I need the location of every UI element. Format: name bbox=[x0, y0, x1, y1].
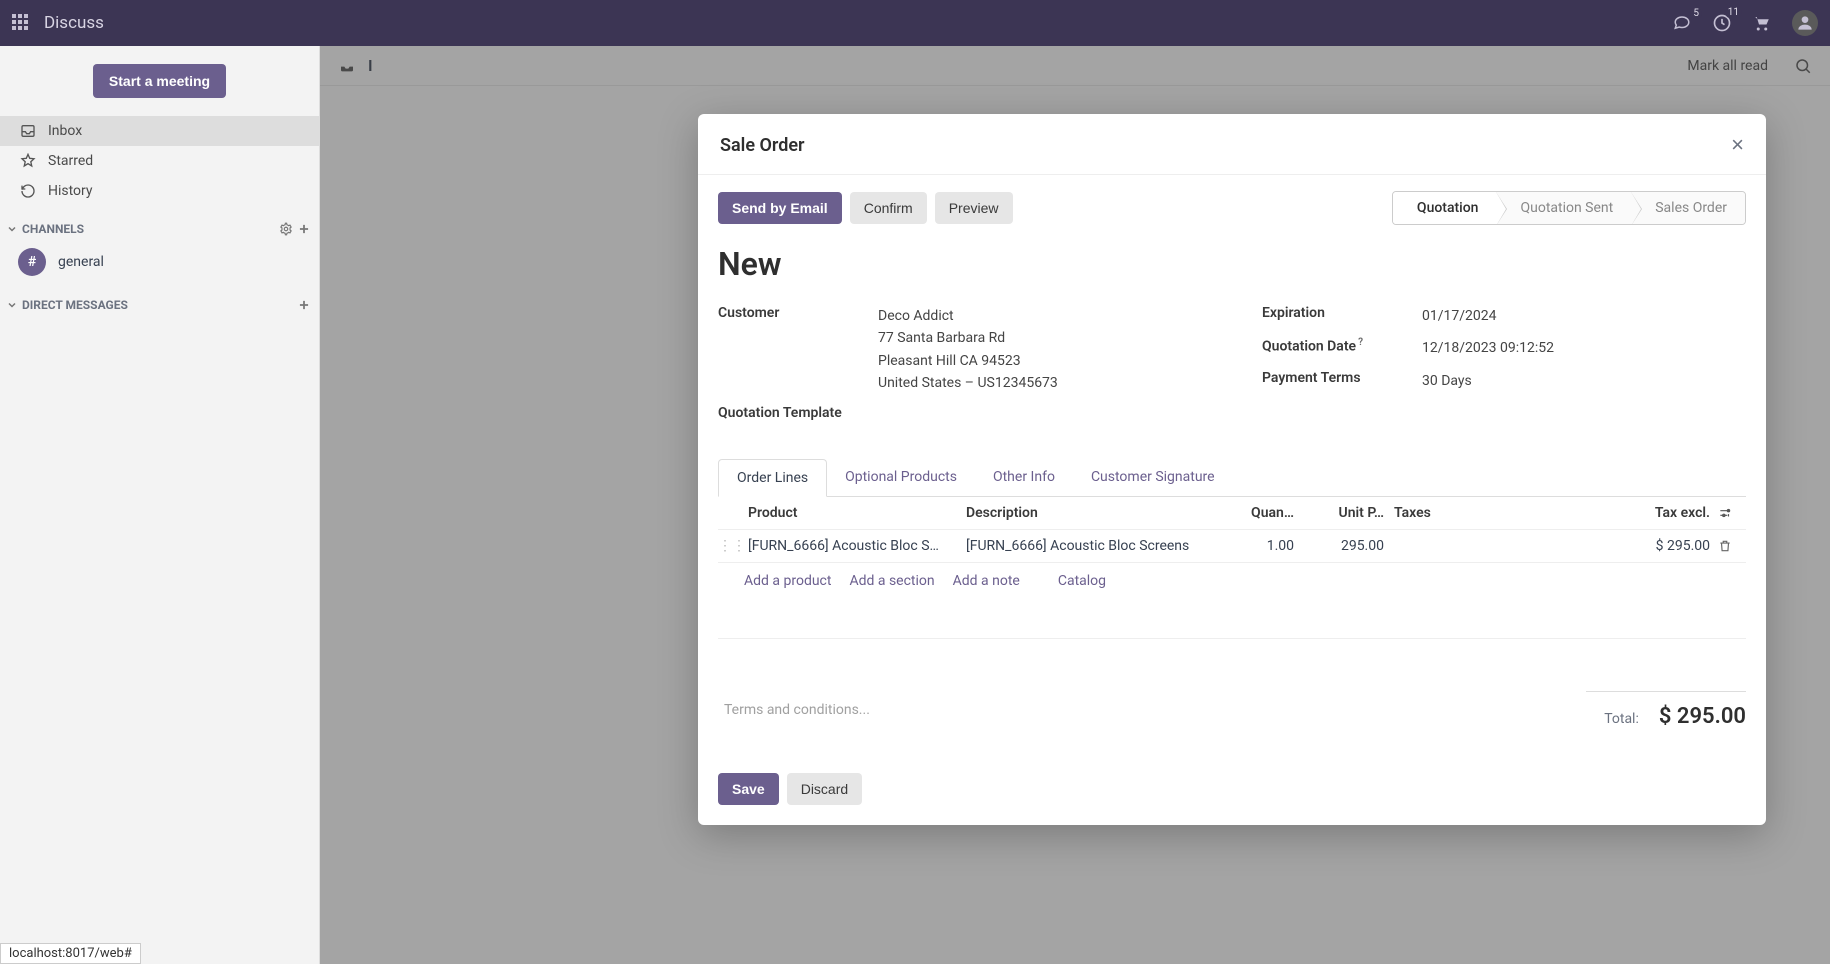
drag-handle-icon[interactable]: ⋮⋮ bbox=[718, 538, 744, 554]
modal-title: Sale Order bbox=[720, 135, 805, 156]
stage-sales-order[interactable]: Sales Order bbox=[1631, 192, 1745, 224]
action-row: Send by Email Confirm Preview Quotation … bbox=[718, 191, 1746, 225]
apps-grid-icon[interactable] bbox=[12, 14, 30, 32]
catalog-link[interactable]: Catalog bbox=[1058, 573, 1106, 589]
hash-icon: # bbox=[18, 248, 46, 276]
table-header: Product Description Quan… Unit P… Taxes … bbox=[718, 497, 1746, 530]
blank-row bbox=[718, 599, 1746, 639]
discuss-sidebar: Start a meeting Inbox Starred History CH… bbox=[0, 46, 320, 964]
channel-general-label: general bbox=[58, 254, 104, 270]
history-label: History bbox=[48, 183, 93, 199]
plus-icon[interactable] bbox=[297, 298, 311, 312]
chevron-down-icon bbox=[6, 299, 18, 311]
app-title: Discuss bbox=[44, 13, 104, 33]
col-description: Description bbox=[966, 505, 1214, 521]
modal-footer: Save Discard bbox=[698, 759, 1766, 825]
col-settings-icon[interactable] bbox=[1718, 506, 1746, 520]
col-taxes: Taxes bbox=[1394, 505, 1494, 521]
activity-clock-icon[interactable]: 11 bbox=[1712, 13, 1732, 33]
row-tax-excl: $ 295.00 bbox=[1494, 538, 1718, 554]
tab-order-lines[interactable]: Order Lines bbox=[718, 459, 827, 497]
messages-badge: 5 bbox=[1690, 8, 1702, 19]
total-amount: $ 295.00 bbox=[1659, 704, 1746, 729]
add-links-row: Add a product Add a section Add a note C… bbox=[718, 563, 1746, 599]
col-product: Product bbox=[744, 505, 966, 521]
inbox-label: Inbox bbox=[48, 123, 82, 139]
history-icon bbox=[20, 183, 36, 199]
preview-button[interactable]: Preview bbox=[935, 192, 1013, 224]
sale-order-modal: Sale Order × Send by Email Confirm Previ… bbox=[698, 114, 1766, 825]
terms-input[interactable]: Terms and conditions... bbox=[718, 702, 870, 718]
stage-quotation-sent[interactable]: Quotation Sent bbox=[1496, 192, 1631, 224]
order-lines-table: Product Description Quan… Unit P… Taxes … bbox=[718, 497, 1746, 675]
messages-icon[interactable]: 5 bbox=[1672, 14, 1692, 32]
table-row[interactable]: ⋮⋮ [FURN_6666] Acoustic Bloc S… [FURN_66… bbox=[718, 530, 1746, 563]
total-block: Total: $ 295.00 bbox=[1586, 691, 1746, 729]
add-note-link[interactable]: Add a note bbox=[953, 573, 1020, 589]
spacer-row bbox=[718, 639, 1746, 675]
delete-row-icon[interactable] bbox=[1718, 539, 1746, 553]
col-quantity: Quan… bbox=[1214, 505, 1304, 521]
tab-customer-signature[interactable]: Customer Signature bbox=[1073, 459, 1233, 496]
close-icon[interactable]: × bbox=[1731, 132, 1744, 158]
customer-label: Customer bbox=[718, 305, 878, 395]
sidebar-item-inbox[interactable]: Inbox bbox=[0, 116, 319, 146]
quotation-date-label: Quotation Date? bbox=[1262, 337, 1422, 359]
sidebar-item-history[interactable]: History bbox=[0, 176, 319, 206]
channels-section-header[interactable]: CHANNELS bbox=[0, 206, 319, 242]
customer-value[interactable]: Deco Addict 77 Santa Barbara Rd Pleasant… bbox=[878, 305, 1058, 395]
cart-icon[interactable] bbox=[1752, 14, 1772, 32]
star-icon bbox=[20, 153, 36, 169]
top-navbar: Discuss 5 11 bbox=[0, 0, 1830, 46]
chevron-down-icon bbox=[6, 223, 18, 235]
tab-optional-products[interactable]: Optional Products bbox=[827, 459, 975, 496]
quotation-template-label: Quotation Template bbox=[718, 405, 878, 421]
modal-header: Sale Order × bbox=[698, 114, 1766, 175]
main-area: I Mark all read Sale Order × Send by Ema… bbox=[320, 46, 1830, 964]
total-label: Total: bbox=[1604, 711, 1639, 727]
expiration-label: Expiration bbox=[1262, 305, 1422, 327]
add-section-link[interactable]: Add a section bbox=[849, 573, 934, 589]
starred-label: Starred bbox=[48, 153, 93, 169]
dm-label: DIRECT MESSAGES bbox=[22, 298, 293, 312]
row-description[interactable]: [FURN_6666] Acoustic Bloc Screens bbox=[966, 538, 1214, 554]
sidebar-item-starred[interactable]: Starred bbox=[0, 146, 319, 176]
quotation-date-value[interactable]: 12/18/2023 09:12:52 bbox=[1422, 337, 1554, 359]
row-product[interactable]: [FURN_6666] Acoustic Bloc S… bbox=[744, 538, 966, 554]
activity-badge: 11 bbox=[1725, 7, 1742, 18]
col-unit-price: Unit P… bbox=[1304, 505, 1394, 521]
dm-section-header[interactable]: DIRECT MESSAGES bbox=[0, 282, 319, 318]
send-by-email-button[interactable]: Send by Email bbox=[718, 192, 842, 224]
plus-icon[interactable] bbox=[297, 222, 311, 236]
gear-icon[interactable] bbox=[279, 222, 293, 236]
inbox-icon bbox=[20, 123, 36, 139]
row-quantity[interactable]: 1.00 bbox=[1214, 538, 1304, 554]
discard-button[interactable]: Discard bbox=[787, 773, 862, 805]
add-product-link[interactable]: Add a product bbox=[744, 573, 831, 589]
user-avatar[interactable] bbox=[1792, 10, 1818, 36]
expiration-value[interactable]: 01/17/2024 bbox=[1422, 305, 1497, 327]
payment-terms-value[interactable]: 30 Days bbox=[1422, 370, 1472, 392]
confirm-button[interactable]: Confirm bbox=[850, 192, 927, 224]
save-button[interactable]: Save bbox=[718, 773, 779, 805]
record-title: New bbox=[718, 245, 1746, 283]
order-tabs: Order Lines Optional Products Other Info… bbox=[718, 459, 1746, 497]
browser-status-bar: localhost:8017/web# bbox=[0, 943, 141, 964]
start-meeting-button[interactable]: Start a meeting bbox=[93, 64, 226, 98]
channel-general[interactable]: # general bbox=[0, 242, 319, 282]
channels-label: CHANNELS bbox=[22, 222, 275, 236]
stage-bar: Quotation Quotation Sent Sales Order bbox=[1392, 191, 1746, 225]
tab-other-info[interactable]: Other Info bbox=[975, 459, 1073, 496]
col-tax-excl: Tax excl. bbox=[1494, 505, 1718, 521]
stage-quotation[interactable]: Quotation bbox=[1393, 192, 1497, 224]
row-unit-price[interactable]: 295.00 bbox=[1304, 538, 1394, 554]
payment-terms-label: Payment Terms bbox=[1262, 370, 1422, 392]
